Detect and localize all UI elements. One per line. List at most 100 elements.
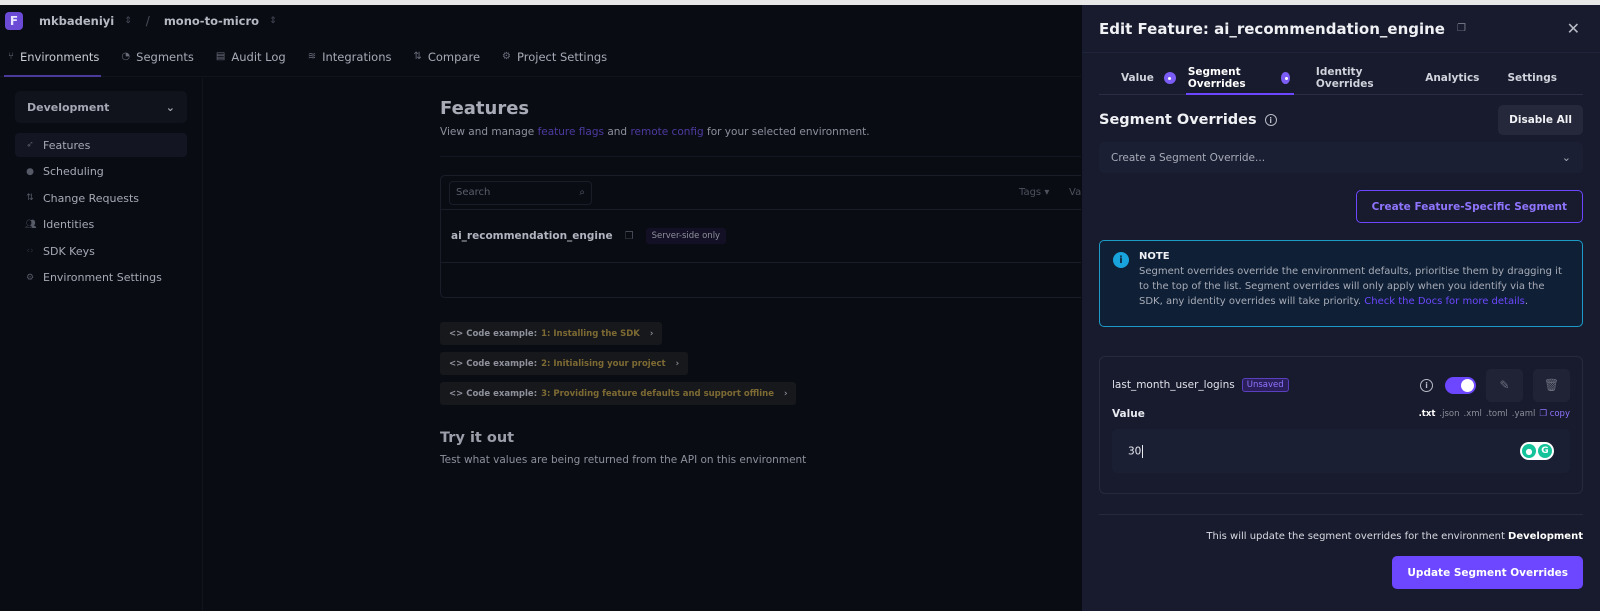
sidebar-item-label: Environment Settings — [43, 271, 162, 284]
segment-override-select[interactable]: Create a Segment Override... ⌄ — [1099, 142, 1583, 173]
lightbulb-icon: ● — [1522, 444, 1536, 458]
environment-sidebar: Development ⌄ ➶ Features ● Scheduling ⇅ Cha… — [0, 78, 203, 611]
timer-icon: ● — [26, 166, 34, 177]
changed-dot-icon — [1280, 72, 1290, 84]
pencil-icon: ✎ — [1499, 378, 1510, 392]
sidebar-item-environment-settings[interactable]: ⚙ Environment Settings — [15, 266, 187, 290]
flagsmith-logo[interactable]: F — [5, 12, 23, 30]
nav-compare[interactable]: ⇅ Compare — [413, 37, 480, 77]
grammarly-icon: G — [1538, 444, 1552, 458]
disable-all-button[interactable]: Disable All — [1498, 105, 1583, 135]
organisation-name[interactable]: mkbadeniyi — [39, 14, 114, 28]
override-value-input[interactable]: 30 ● G — [1112, 429, 1570, 473]
sidebar-item-sdk-keys[interactable]: ‹› SDK Keys — [15, 239, 187, 263]
nav-segments[interactable]: ◔ Segments — [121, 37, 193, 77]
tab-analytics[interactable]: Analytics — [1425, 62, 1479, 94]
docs-link[interactable]: Check the Docs for more details — [1364, 296, 1525, 307]
tab-settings[interactable]: Settings — [1507, 62, 1557, 94]
tab-label: Value — [1121, 72, 1154, 84]
nav-label: Audit Log — [231, 49, 286, 64]
create-feature-specific-segment-button[interactable]: Create Feature-Specific Segment — [1355, 190, 1583, 223]
page-title: Features — [440, 98, 530, 119]
users-icon: 👥︎ — [25, 219, 37, 230]
override-header: last_month_user_logins Unsaved i ✎ 🗑︎ — [1112, 365, 1570, 405]
value-label-row: Value .txt .json .xml .toml .yaml ❐ copy — [1112, 405, 1570, 423]
nav-label: Segments — [136, 49, 194, 64]
gear-icon: ⚙ — [25, 272, 35, 283]
value-filter[interactable]: Va — [1069, 187, 1081, 198]
subtitle-text: for your selected environment. — [703, 126, 870, 138]
code-example-step: 3: Providing feature defaults and suppor… — [541, 388, 774, 399]
breadcrumb-separator: / — [145, 14, 150, 28]
nav-label: Integrations — [322, 49, 392, 64]
info-icon: i — [1113, 252, 1129, 268]
try-it-out-title: Try it out — [440, 430, 515, 446]
tab-label: Identity Overrides — [1315, 66, 1374, 90]
format-xml[interactable]: .xml — [1464, 409, 1482, 419]
copy-value-button[interactable]: ❐ copy — [1539, 409, 1570, 419]
code-example-3[interactable]: <> Code example: 3: Providing feature def… — [440, 382, 797, 405]
nav-label: Environments — [20, 49, 100, 64]
features-table-header: Search ⌕ Tags ▾ Va — [441, 176, 1099, 210]
segment-overrides-header: Segment Overrides i Disable All — [1099, 105, 1583, 135]
environments-icon: ⑂ — [8, 51, 14, 62]
segment-override-card[interactable]: last_month_user_logins Unsaved i ✎ 🗑︎ Va… — [1099, 356, 1583, 494]
override-enabled-toggle[interactable] — [1445, 376, 1476, 394]
environment-name: Development — [27, 100, 110, 114]
update-row: Update Segment Overrides — [1099, 556, 1583, 589]
organisation-switch-icon[interactable]: ⇕ — [124, 16, 132, 26]
copy-icon[interactable]: ❐ — [625, 231, 634, 242]
feature-flags-link[interactable]: feature flags — [538, 126, 604, 138]
tab-label: Segment Overrides — [1187, 66, 1246, 90]
value-content: 30 — [1128, 445, 1142, 457]
format-toml[interactable]: .toml — [1486, 409, 1508, 419]
nav-environments[interactable]: ⑂ Environments — [3, 37, 102, 77]
search-input[interactable]: Search ⌕ — [449, 180, 592, 205]
footer-text: This will update the segment overrides f… — [1206, 531, 1509, 542]
integrations-icon: ≋ — [307, 51, 317, 62]
sidebar-item-change-requests[interactable]: ⇅ Change Requests — [15, 186, 187, 210]
server-side-badge: Server-side only — [645, 228, 727, 244]
info-icon[interactable]: i — [1420, 378, 1433, 392]
tab-segment-overrides[interactable]: Segment Overrides — [1185, 62, 1295, 95]
sidebar-item-scheduling[interactable]: ● Scheduling — [15, 160, 187, 184]
project-name[interactable]: mono-to-micro — [164, 14, 259, 28]
remote-config-link[interactable]: remote config — [630, 126, 703, 138]
tags-filter[interactable]: Tags ▾ — [1019, 187, 1049, 198]
sidebar-item-features[interactable]: ➶ Features — [15, 133, 187, 157]
sidebar-item-label: Identities — [43, 218, 95, 231]
chevron-down-icon: ⌄ — [1561, 151, 1571, 164]
close-icon[interactable]: ✕ — [1567, 19, 1580, 38]
sidebar-item-label: Change Requests — [43, 191, 140, 205]
code-example-step: 1: Installing the SDK — [541, 328, 640, 339]
nav-project-settings[interactable]: ⚙ Project Settings — [502, 37, 607, 77]
divider — [440, 156, 1100, 157]
tab-identity-overrides[interactable]: Identity Overrides — [1316, 62, 1401, 94]
project-switch-icon[interactable]: ⇕ — [269, 16, 277, 26]
edit-button[interactable]: ✎ — [1486, 368, 1523, 402]
code-examples: <> Code example: 1: Installing the SDK › <… — [440, 322, 1100, 405]
table-row[interactable]: ai_recommendation_engine ❐ Server-side o… — [441, 210, 1099, 263]
copy-icon[interactable]: ❐ — [1457, 23, 1466, 34]
format-txt[interactable]: .txt — [1419, 409, 1436, 419]
note-box: i NOTE Segment overrides override the en… — [1099, 240, 1583, 327]
format-json[interactable]: .json — [1439, 409, 1459, 419]
info-icon[interactable]: i — [1264, 114, 1277, 126]
format-yaml[interactable]: .yaml — [1512, 409, 1536, 419]
tab-value[interactable]: Value — [1121, 62, 1176, 94]
rocket-icon: ➶ — [26, 140, 34, 150]
sidebar-item-identities[interactable]: 👥︎ Identities — [15, 213, 187, 237]
grammarly-widget[interactable]: ● G — [1520, 442, 1554, 460]
section-title: Segment Overrides i — [1099, 112, 1277, 128]
delete-button[interactable]: 🗑︎ — [1533, 368, 1570, 402]
divider — [1099, 514, 1583, 515]
code-example-1[interactable]: <> Code example: 1: Installing the SDK › — [440, 322, 663, 345]
tab-label: Settings — [1507, 72, 1557, 84]
try-it-out-subtitle: Test what values are being returned from… — [440, 454, 807, 466]
nav-audit-log[interactable]: ▤ Audit Log — [216, 37, 286, 77]
code-example-2[interactable]: <> Code example: 2: Initialising your pro… — [440, 352, 689, 375]
chevron-down-icon: ⌄ — [165, 100, 175, 114]
update-segment-overrides-button[interactable]: Update Segment Overrides — [1392, 556, 1583, 589]
environment-select[interactable]: Development ⌄ — [15, 91, 187, 123]
nav-integrations[interactable]: ≋ Integrations — [308, 37, 392, 77]
